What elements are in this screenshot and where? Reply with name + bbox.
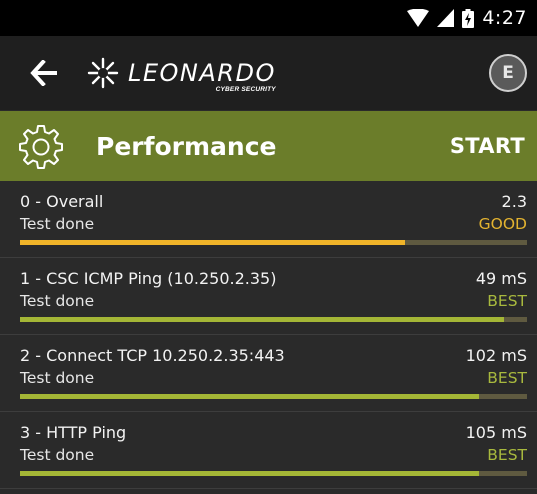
progress-bar-track [20,317,527,322]
test-title: 3 - HTTP Ping [20,423,127,442]
brand-logo: LEONARDO CYBER SECURITY [86,56,276,93]
test-status: Test done [20,215,95,233]
section-title: Performance [96,131,277,161]
test-item: 3 - HTTP Ping 105 mS Test done BEST [0,412,537,489]
progress-bar-track [20,394,527,399]
test-item: 2 - Connect TCP 10.250.2.35:443 102 mS T… [0,335,537,412]
menu-button[interactable]: E [489,54,527,92]
test-status: Test done [20,446,95,464]
brand-subtitle: CYBER SECURITY [215,86,276,93]
brand-name: LEONARDO [128,59,276,87]
leonardo-logo-icon [87,57,119,89]
performance-header: Performance START [0,111,537,181]
progress-bar-fill [20,394,479,399]
progress-bar-fill [20,471,479,476]
test-rating: BEST [487,446,527,464]
test-rating: BEST [487,369,527,387]
test-item: 0 - Overall 2.3 Test done GOOD [0,181,537,258]
wifi-icon [407,9,430,27]
test-value: 2.3 [501,192,527,211]
start-button[interactable]: START [450,134,525,158]
progress-bar-track [20,471,527,476]
app-root: 4:27 LEONARDO CYBER SECURITY E Performan… [0,0,537,494]
status-bar: 4:27 [0,0,537,36]
test-value: 102 mS [465,346,527,365]
test-item: 1 - CSC ICMP Ping (10.250.2.35) 49 mS Te… [0,258,537,335]
test-title: 2 - Connect TCP 10.250.2.35:443 [20,346,285,365]
test-rating: BEST [487,292,527,310]
app-bar: LEONARDO CYBER SECURITY E [0,36,537,110]
arrow-left-icon [30,60,57,86]
test-value: 105 mS [465,423,527,442]
test-status: Test done [20,369,95,387]
test-status: Test done [20,292,95,310]
test-list: 0 - Overall 2.3 Test done GOOD 1 - CSC I… [0,181,537,489]
progress-bar-fill [20,317,505,322]
test-rating: GOOD [478,215,527,233]
test-title: 0 - Overall [20,192,104,211]
signal-icon [437,9,455,27]
test-value: 49 mS [475,269,527,288]
progress-bar-fill [20,240,406,245]
battery-icon [462,8,475,28]
gear-icon [19,125,63,169]
status-time: 4:27 [482,7,527,29]
test-title: 1 - CSC ICMP Ping (10.250.2.35) [20,269,277,288]
progress-bar-track [20,240,527,245]
menu-button-icon: E [502,63,514,83]
back-button[interactable] [24,53,64,93]
